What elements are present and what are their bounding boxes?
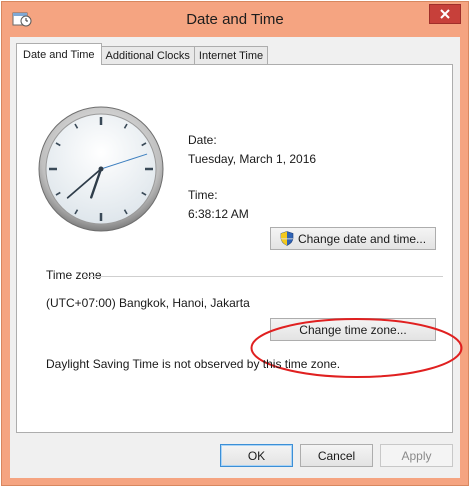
time-zone-value: (UTC+07:00) Bangkok, Hanoi, Jakarta	[46, 296, 250, 310]
tab-internet-time[interactable]: Internet Time	[193, 46, 269, 65]
ok-button[interactable]: OK	[220, 444, 293, 467]
close-button[interactable]	[429, 4, 461, 24]
change-date-time-button[interactable]: Change date and time...	[270, 227, 436, 250]
time-label: Time:	[188, 188, 218, 202]
dialog-client-area: Date and Time Additional Clocks Internet…	[10, 37, 463, 478]
window-title: Date and Time	[186, 11, 284, 28]
date-value: Tuesday, March 1, 2016	[188, 152, 317, 166]
uac-shield-icon	[280, 231, 294, 246]
cancel-button[interactable]: Cancel	[300, 444, 373, 467]
time-zone-divider	[83, 276, 443, 277]
tab-date-and-time[interactable]: Date and Time	[16, 43, 102, 65]
apply-button[interactable]: Apply	[380, 444, 453, 467]
tab-additional-clocks[interactable]: Additional Clocks	[100, 46, 195, 65]
time-zone-heading: Time zone	[46, 268, 102, 282]
time-value: 6:38:12 AM	[188, 207, 249, 221]
date-time-dialog: Date and Time Date and Time Additional C…	[1, 1, 469, 486]
change-date-time-label: Change date and time...	[297, 231, 427, 246]
analog-clock	[38, 106, 164, 232]
close-icon	[440, 9, 450, 19]
tab-panel: Date: Tuesday, March 1, 2016 Time: 6:38:…	[16, 64, 463, 433]
tab-strip: Date and Time Additional Clocks Internet…	[16, 43, 269, 65]
dst-note: Daylight Saving Time is not observed by …	[46, 357, 341, 371]
title-bar: Date and Time	[2, 2, 468, 38]
date-label: Date:	[188, 133, 217, 147]
